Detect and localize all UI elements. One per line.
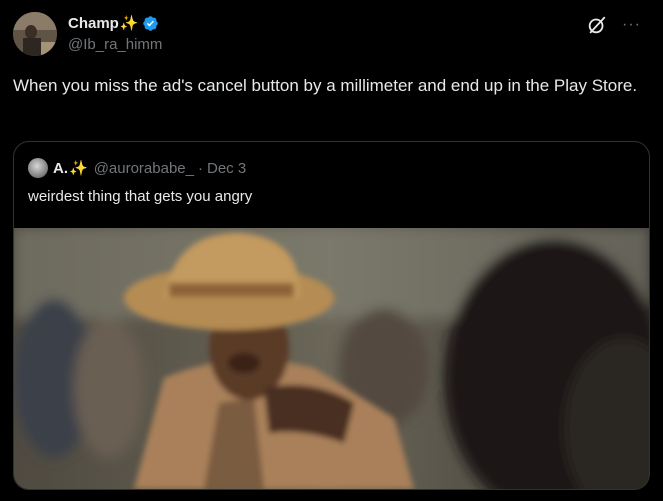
grok-icon[interactable] — [586, 14, 608, 36]
tweet: Champ ✨ @Ib_ra_himm ··· When you miss th… — [0, 0, 663, 501]
author-display-name[interactable]: Champ — [68, 15, 119, 32]
quoted-sparkle-emoji: ✨ — [69, 160, 88, 177]
top-actions: ··· — [586, 14, 641, 36]
quoted-tweet-date[interactable]: Dec 3 — [207, 160, 246, 177]
separator-dot: · — [198, 159, 203, 177]
quoted-tweet-text: weirdest thing that gets you angry — [28, 188, 253, 205]
quoted-author-avatar[interactable] — [28, 158, 48, 178]
author-name-row: Champ ✨ — [68, 13, 162, 33]
verified-badge-icon — [142, 15, 158, 31]
more-icon[interactable]: ··· — [622, 16, 641, 34]
author-avatar[interactable] — [13, 12, 57, 56]
tweet-text: When you miss the ad's cancel button by … — [13, 76, 638, 95]
sparkle-emoji: ✨ — [119, 15, 139, 32]
author-handle[interactable]: @Ib_ra_himm — [68, 36, 162, 53]
author-info: Champ ✨ @Ib_ra_himm — [68, 13, 162, 54]
quoted-author-handle[interactable]: @aurorababe_ — [94, 160, 194, 177]
quoted-tweet-header: A. ✨ @aurorababe_ · Dec 3 — [28, 158, 246, 178]
quoted-author-display-name[interactable]: A. — [53, 160, 68, 177]
quoted-tweet[interactable]: A. ✨ @aurorababe_ · Dec 3 weirdest thing… — [13, 141, 650, 490]
quoted-media-image[interactable] — [14, 228, 649, 489]
